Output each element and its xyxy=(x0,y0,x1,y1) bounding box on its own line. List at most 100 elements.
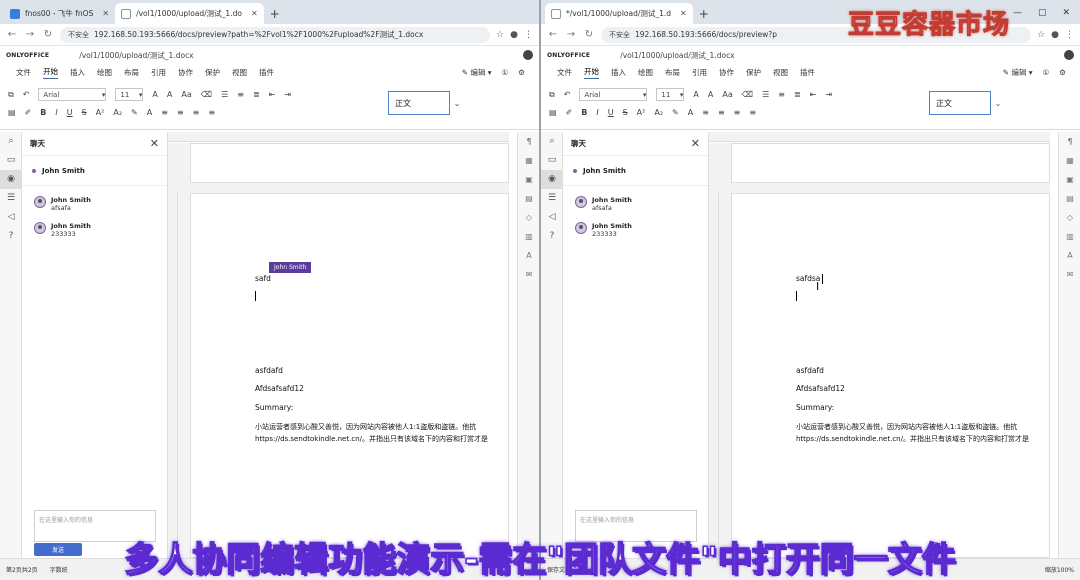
page-2[interactable]: John Smith safd asfdafd Afdsafsafd12 Sum… xyxy=(190,193,509,558)
menu-references[interactable]: 引用 xyxy=(692,67,707,78)
chart-settings-icon[interactable]: ▥ xyxy=(518,227,539,246)
menu-insert[interactable]: 插入 xyxy=(70,67,85,78)
indent-icon[interactable]: ⇥ xyxy=(284,90,291,99)
copy-icon[interactable]: ⧉ xyxy=(549,90,555,100)
subscript-icon[interactable]: A₂ xyxy=(654,108,663,117)
align-left-icon[interactable]: ≡ xyxy=(702,108,709,117)
undo-icon[interactable]: ↶ xyxy=(23,90,30,99)
document-area[interactable]: safdsa I asfdafd Afdsafsafd12 Summary: 小… xyxy=(709,143,1050,558)
feedback-icon[interactable]: ◁ xyxy=(541,208,563,227)
grow-font-icon[interactable]: A xyxy=(152,90,157,99)
menu-draw[interactable]: 绘图 xyxy=(97,67,112,78)
text-art-icon[interactable]: A xyxy=(1059,246,1080,265)
font-size-select[interactable]: 11 ▾ xyxy=(115,88,144,101)
italic-icon[interactable]: I xyxy=(596,108,598,117)
strikethrough-icon[interactable]: S xyxy=(82,108,87,117)
align-center-icon[interactable]: ≡ xyxy=(177,108,184,117)
font-size-select[interactable]: 11 ▾ xyxy=(656,88,685,101)
close-icon[interactable]: ✕ xyxy=(102,9,109,18)
forward-icon[interactable]: → xyxy=(565,29,577,40)
table-settings-icon[interactable]: ▦ xyxy=(518,151,539,170)
font-select[interactable]: Arial ▾ xyxy=(38,88,107,101)
menu-protect[interactable]: 保护 xyxy=(746,67,761,78)
reload-icon[interactable]: ↻ xyxy=(42,29,54,40)
bullets-icon[interactable]: ☰ xyxy=(221,90,228,99)
header-footer-icon[interactable]: ▤ xyxy=(1059,189,1080,208)
align-center-icon[interactable]: ≡ xyxy=(718,108,725,117)
table-settings-icon[interactable]: ▦ xyxy=(1059,151,1080,170)
text-art-icon[interactable]: A xyxy=(518,246,539,265)
menu-plugins[interactable]: 插件 xyxy=(800,67,815,78)
close-window-icon[interactable]: ✕ xyxy=(1062,8,1070,18)
chart-settings-icon[interactable]: ▥ xyxy=(1059,227,1080,246)
numbering-icon[interactable]: ≡ xyxy=(237,90,244,99)
menu-file[interactable]: 文件 xyxy=(557,67,572,78)
format-painter-icon[interactable]: ✐ xyxy=(25,108,32,117)
bold-icon[interactable]: B xyxy=(40,108,46,117)
signature-icon[interactable]: ✉ xyxy=(1059,265,1080,284)
page-2[interactable]: safdsa I asfdafd Afdsafsafd12 Summary: 小… xyxy=(731,193,1050,558)
superscript-icon[interactable]: A² xyxy=(96,108,105,117)
outdent-icon[interactable]: ⇤ xyxy=(810,90,817,99)
image-settings-icon[interactable]: ▣ xyxy=(1059,170,1080,189)
align-left-icon[interactable]: ≡ xyxy=(161,108,168,117)
help-icon[interactable]: ? xyxy=(0,227,22,246)
header-footer-icon[interactable]: ▤ xyxy=(518,189,539,208)
close-icon[interactable]: ✕ xyxy=(691,137,700,150)
menu-collaborate[interactable]: 协作 xyxy=(178,67,193,78)
tab-document[interactable]: /vol1/1000/upload/测试_1.do ✕ xyxy=(115,3,264,24)
undo-icon[interactable]: ↶ xyxy=(564,90,571,99)
search-icon[interactable]: ⌕ xyxy=(541,132,563,151)
format-painter-icon[interactable]: ✐ xyxy=(566,108,573,117)
align-right-icon[interactable]: ≡ xyxy=(193,108,200,117)
tab-document[interactable]: */vol1/1000/upload/测试_1.d ✕ xyxy=(545,3,693,24)
close-icon[interactable]: ✕ xyxy=(150,137,159,150)
menu-view[interactable]: 视图 xyxy=(773,67,788,78)
reload-icon[interactable]: ↻ xyxy=(583,29,595,40)
back-icon[interactable]: ← xyxy=(6,29,18,40)
menu-draw[interactable]: 绘图 xyxy=(638,67,653,78)
shrink-font-icon[interactable]: A xyxy=(167,90,172,99)
horizontal-ruler[interactable] xyxy=(168,132,509,142)
outdent-icon[interactable]: ⇤ xyxy=(269,90,276,99)
chat-input[interactable]: 在这里输入你的信息 xyxy=(34,510,156,542)
style-select[interactable]: 正文 xyxy=(388,91,450,115)
justify-icon[interactable]: ≡ xyxy=(208,108,215,117)
numbering-icon[interactable]: ≡ xyxy=(778,90,785,99)
style-select[interactable]: 正文 xyxy=(929,91,991,115)
more-menu-icon[interactable]: ⋮ xyxy=(524,30,533,40)
italic-icon[interactable]: I xyxy=(55,108,57,117)
image-settings-icon[interactable]: ▣ xyxy=(518,170,539,189)
help-icon[interactable]: ? xyxy=(541,227,563,246)
underline-icon[interactable]: U xyxy=(67,108,73,117)
style-dropdown-icon[interactable]: ⌄ xyxy=(448,91,466,115)
copy-icon[interactable]: ⧉ xyxy=(8,90,14,100)
navigation-icon[interactable]: ☰ xyxy=(0,189,22,208)
maximize-icon[interactable]: ▢ xyxy=(1038,8,1047,18)
strikethrough-icon[interactable]: S xyxy=(623,108,628,117)
navigation-icon[interactable]: ☰ xyxy=(541,189,563,208)
feedback-icon[interactable]: ◁ xyxy=(0,208,22,227)
highlight-icon[interactable]: ✎ xyxy=(131,108,138,117)
document-area[interactable]: John Smith safd asfdafd Afdsafsafd12 Sum… xyxy=(168,143,509,558)
horizontal-ruler[interactable] xyxy=(709,132,1050,142)
vertical-ruler[interactable] xyxy=(170,193,178,558)
highlight-icon[interactable]: ✎ xyxy=(672,108,679,117)
bookmark-star-icon[interactable]: ☆ xyxy=(1037,30,1045,40)
users-count-icon[interactable]: ① xyxy=(502,68,509,77)
users-count-icon[interactable]: ① xyxy=(1043,68,1050,77)
new-tab-icon[interactable]: + xyxy=(699,7,709,21)
clear-format-icon[interactable]: ⌫ xyxy=(201,90,212,99)
font-color-icon[interactable]: A xyxy=(688,108,693,117)
comments-icon[interactable]: ▭ xyxy=(541,151,563,170)
user-avatar[interactable] xyxy=(523,50,533,60)
subscript-icon[interactable]: A₂ xyxy=(113,108,122,117)
chat-icon[interactable]: ◉ xyxy=(0,170,22,189)
change-case-icon[interactable]: Aa xyxy=(722,90,732,99)
clear-format-icon[interactable]: ⌫ xyxy=(742,90,753,99)
justify-icon[interactable]: ≡ xyxy=(749,108,756,117)
paste-icon[interactable]: ▤ xyxy=(8,108,16,117)
paste-icon[interactable]: ▤ xyxy=(549,108,557,117)
menu-protect[interactable]: 保护 xyxy=(205,67,220,78)
user-avatar[interactable] xyxy=(1064,50,1074,60)
